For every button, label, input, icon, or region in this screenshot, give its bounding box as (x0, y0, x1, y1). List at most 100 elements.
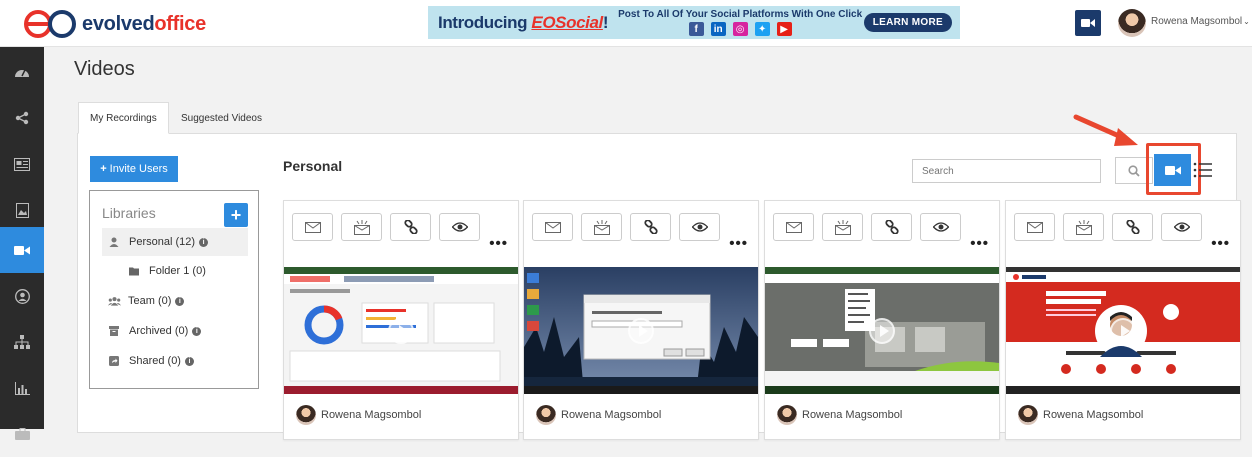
info-icon[interactable]: i (184, 356, 194, 366)
library-item-team[interactable]: Team (0) i (102, 287, 248, 315)
video-thumbnail[interactable] (765, 267, 999, 394)
owner-name: Rowena Magsombol (802, 409, 903, 421)
video-thumbnail[interactable] (524, 267, 758, 394)
copy-link-button[interactable] (1112, 213, 1153, 241)
play-icon (869, 317, 895, 344)
link-icon (643, 220, 658, 234)
share-square-icon (109, 356, 119, 366)
library-item-personal[interactable]: Personal (12) i (102, 228, 248, 256)
share-icon (15, 111, 29, 125)
chevron-down-icon: ⌄ (1243, 17, 1250, 26)
user-menu[interactable]: Rowena Magsombol⌄ (1151, 16, 1250, 27)
owner-name: Rowena Magsombol (321, 409, 422, 421)
eo-logo-mark-icon (24, 10, 76, 38)
owner-name: Rowena Magsombol (1043, 409, 1144, 421)
copy-link-button[interactable] (390, 213, 431, 241)
video-owner: Rowena Magsombol (536, 405, 661, 425)
play-icon (388, 317, 414, 344)
video-card[interactable]: ••• Rowena Magsombol (283, 200, 519, 440)
video-card[interactable]: ••• Rowena Magsombol (764, 200, 1000, 440)
record-video-top-button[interactable] (1075, 10, 1101, 36)
video-thumbnail[interactable] (284, 267, 518, 394)
invite-users-button[interactable]: + Invite Users (90, 156, 178, 182)
email-button[interactable] (1014, 213, 1055, 241)
evolvedoffice-logo[interactable]: evolvedoffice (20, 9, 206, 39)
banner-subtitle: Post To All Of Your Social Platforms Wit… (618, 9, 863, 20)
facebook-icon: f (688, 22, 704, 36)
users-icon (108, 297, 121, 306)
envelope-blast-icon (353, 219, 370, 235)
search-input[interactable] (912, 159, 1101, 183)
email-button[interactable] (532, 213, 573, 241)
eosocial-banner[interactable]: Introducing EOSocial! Post To All Of You… (428, 6, 960, 39)
video-card[interactable]: ••• Rowena Magsombol (523, 200, 759, 440)
newspaper-icon (14, 157, 30, 171)
video-card[interactable]: ••• Rowena Magsombol (1005, 200, 1241, 440)
eye-icon (451, 222, 468, 232)
search-icon (1128, 164, 1140, 177)
library-item-label: Shared (0) (129, 355, 181, 367)
link-icon (1125, 220, 1140, 234)
image-icon (15, 202, 29, 218)
sidebar-item-dashboard[interactable] (0, 49, 44, 95)
preview-button[interactable] (679, 213, 720, 241)
copy-link-button[interactable] (630, 213, 671, 241)
red-arrow-icon (1073, 114, 1138, 146)
learn-more-button[interactable]: LEARN MORE (863, 13, 952, 32)
sidebar (0, 47, 44, 440)
sidebar-item-briefcase[interactable] (0, 411, 44, 457)
sidebar-item-videos[interactable] (0, 227, 44, 273)
more-options-icon[interactable]: ••• (1211, 236, 1230, 251)
libraries-panel: Libraries + Personal (12) i Folder 1 (0)… (89, 190, 259, 389)
email-blast-button[interactable] (822, 213, 863, 241)
video-thumbnail[interactable] (1006, 267, 1240, 394)
preview-button[interactable] (439, 213, 480, 241)
email-button[interactable] (292, 213, 333, 241)
top-bar: evolvedoffice Introducing EOSocial! Post… (0, 0, 1252, 47)
sidebar-item-news[interactable] (0, 141, 44, 187)
library-item-folder-1[interactable]: Folder 1 (0) (122, 257, 248, 285)
info-icon[interactable]: i (175, 296, 185, 306)
preview-button[interactable] (1161, 213, 1202, 241)
more-options-icon[interactable]: ••• (729, 236, 748, 251)
info-icon[interactable]: i (199, 237, 209, 247)
email-blast-button[interactable] (1063, 213, 1104, 241)
invite-users-label: Invite Users (109, 163, 168, 175)
play-icon (1110, 317, 1136, 344)
sidebar-item-share[interactable] (0, 95, 44, 141)
library-item-label: Archived (0) (129, 325, 189, 337)
card-actions (292, 213, 480, 241)
copy-link-button[interactable] (871, 213, 912, 241)
library-item-shared[interactable]: Shared (0) i (102, 347, 248, 375)
add-library-button[interactable]: + (224, 203, 248, 227)
email-blast-button[interactable] (581, 213, 622, 241)
video-camera-icon (1081, 19, 1095, 27)
card-actions (532, 213, 720, 241)
email-blast-button[interactable] (341, 213, 382, 241)
youtube-icon: ▶ (776, 22, 792, 36)
banner-social-icons: f in ◎ ✦ ▶ (688, 22, 792, 36)
email-button[interactable] (773, 213, 814, 241)
sidebar-item-org-chart[interactable] (0, 319, 44, 365)
info-icon[interactable]: i (192, 326, 202, 336)
owner-avatar (296, 405, 316, 425)
sidebar-item-profile[interactable] (0, 273, 44, 319)
owner-name: Rowena Magsombol (561, 409, 662, 421)
preview-button[interactable] (920, 213, 961, 241)
eye-icon (691, 222, 708, 232)
tab-my-recordings[interactable]: My Recordings (78, 102, 169, 134)
more-options-icon[interactable]: ••• (489, 236, 508, 251)
archive-icon (109, 326, 119, 336)
tab-suggested-videos[interactable]: Suggested Videos (170, 102, 273, 134)
user-name: Rowena Magsombol (1151, 16, 1243, 27)
list-view-icon[interactable] (1193, 161, 1213, 179)
linkedin-icon: in (710, 22, 726, 36)
library-item-archived[interactable]: Archived (0) i (102, 317, 248, 345)
play-icon (628, 317, 654, 344)
sidebar-item-reports[interactable] (0, 365, 44, 411)
library-item-label: Team (0) (128, 295, 172, 307)
more-options-icon[interactable]: ••• (970, 236, 989, 251)
envelope-icon (1026, 221, 1043, 233)
user-avatar[interactable] (1118, 9, 1146, 37)
video-owner: Rowena Magsombol (1018, 405, 1143, 425)
